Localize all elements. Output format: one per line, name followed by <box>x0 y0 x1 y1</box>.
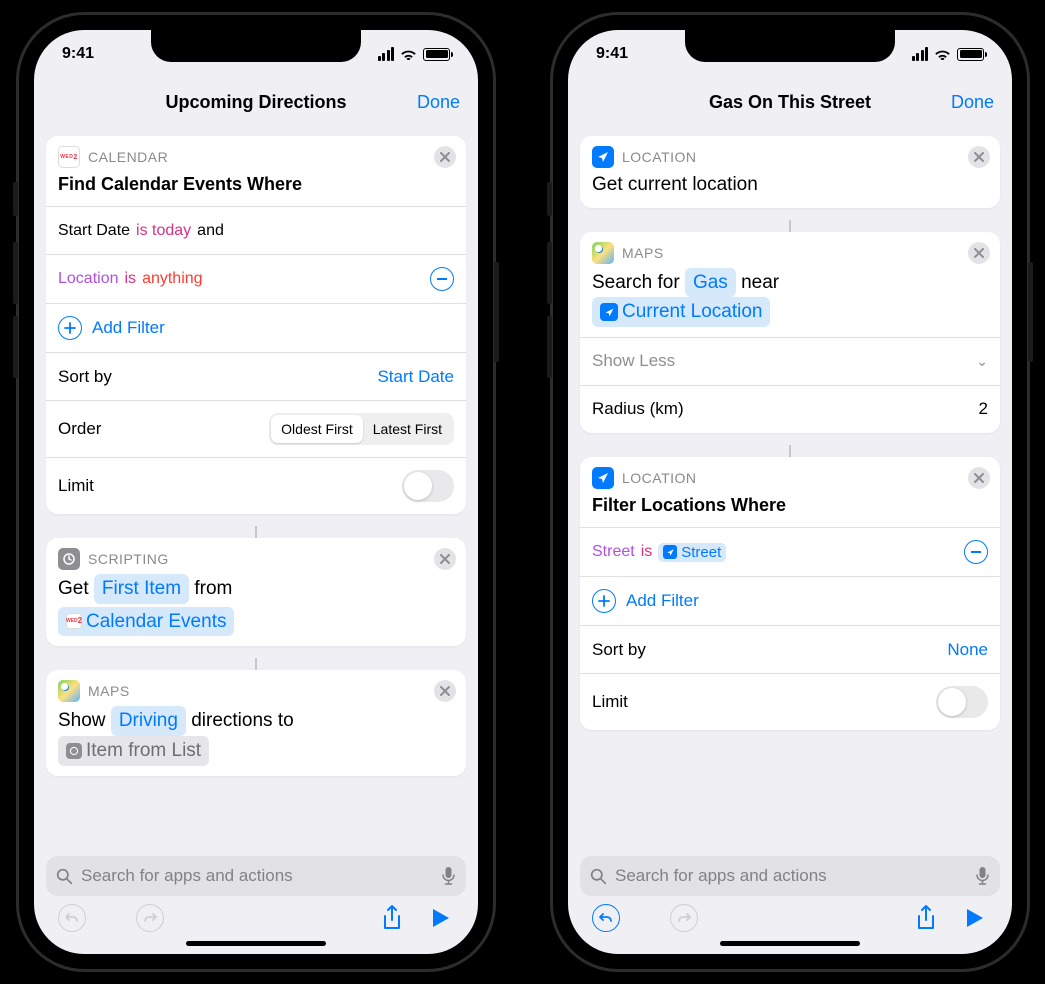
search-icon <box>56 868 73 885</box>
plus-icon <box>58 316 82 340</box>
action-title: Find Calendar Events Where <box>46 170 466 206</box>
scripting-icon <box>58 548 80 570</box>
radius-row[interactable]: Radius (km) 2 <box>580 385 1000 433</box>
nav-bar: Gas On This Street Done <box>568 78 1012 126</box>
maps-icon <box>592 242 614 264</box>
action-filter-locations[interactable]: LOCATION Filter Locations Where Street i… <box>580 457 1000 730</box>
action-get-item[interactable]: SCRIPTING Get First Item from 2 Calendar… <box>46 538 466 646</box>
battery-icon <box>957 48 984 61</box>
share-button[interactable] <box>368 900 416 936</box>
search-input[interactable]: Search for apps and actions <box>580 856 1000 896</box>
show-less-row[interactable]: Show Less ⌄ <box>580 337 1000 385</box>
undo-button[interactable] <box>582 900 630 936</box>
phone-left: 9:41 Upcoming Directions Done 2 CALENDAR <box>16 12 496 972</box>
connector <box>255 526 257 538</box>
plus-icon <box>592 589 616 613</box>
remove-filter-button[interactable] <box>430 267 454 291</box>
app-label: MAPS <box>88 683 130 699</box>
maps-icon <box>58 680 80 702</box>
notch <box>685 30 895 62</box>
app-label: CALENDAR <box>88 149 168 165</box>
order-segmented[interactable]: Oldest First Latest First <box>269 413 454 445</box>
location-icon <box>592 146 614 168</box>
home-indicator[interactable] <box>186 941 326 946</box>
remove-filter-button[interactable] <box>964 540 988 564</box>
add-filter-button[interactable]: Add Filter <box>580 576 1000 625</box>
token-driving[interactable]: Driving <box>111 706 186 736</box>
notch <box>151 30 361 62</box>
battery-icon <box>423 48 450 61</box>
undo-button[interactable] <box>48 900 96 936</box>
mic-icon[interactable] <box>975 866 990 886</box>
limit-switch[interactable] <box>402 470 454 502</box>
share-button[interactable] <box>902 900 950 936</box>
chevron-down-icon: ⌄ <box>976 353 988 370</box>
redo-button[interactable] <box>126 900 174 936</box>
limit-row: Limit <box>580 673 1000 730</box>
search-icon <box>590 868 607 885</box>
add-filter-button[interactable]: Add Filter <box>46 303 466 352</box>
wifi-icon <box>934 48 951 61</box>
calendar-icon: 2 <box>58 146 80 168</box>
action-get-location[interactable]: LOCATION Get current location <box>580 136 1000 208</box>
filter-row[interactable]: Location is anything <box>46 254 466 303</box>
close-icon[interactable] <box>968 146 990 168</box>
token-calendar-events[interactable]: 2 Calendar Events <box>58 607 234 637</box>
token-gas[interactable]: Gas <box>685 268 736 298</box>
filter-row[interactable]: Start Date is today and <box>46 206 466 254</box>
app-label: LOCATION <box>622 149 697 165</box>
token-street[interactable]: Street <box>658 543 726 562</box>
location-icon <box>592 467 614 489</box>
connector <box>789 445 791 457</box>
sort-by-row[interactable]: Sort by None <box>580 625 1000 673</box>
app-label: MAPS <box>622 245 664 261</box>
signal-icon <box>912 47 929 61</box>
action-search-maps[interactable]: MAPS Search for Gas near Current Locatio… <box>580 232 1000 433</box>
action-find-calendar-events[interactable]: 2 CALENDAR Find Calendar Events Where St… <box>46 136 466 514</box>
close-icon[interactable] <box>968 242 990 264</box>
status-time: 9:41 <box>62 45 94 63</box>
order-row: Order Oldest First Latest First <box>46 400 466 457</box>
close-icon[interactable] <box>434 146 456 168</box>
connector <box>255 658 257 670</box>
redo-button[interactable] <box>660 900 708 936</box>
token-first-item[interactable]: First Item <box>94 574 189 604</box>
app-label: SCRIPTING <box>88 551 169 567</box>
sort-by-row[interactable]: Sort by Start Date <box>46 352 466 400</box>
app-label: LOCATION <box>622 470 697 486</box>
filter-row[interactable]: Street is Street <box>580 527 1000 576</box>
action-title: Get current location <box>580 170 1000 208</box>
run-button[interactable] <box>950 900 998 936</box>
close-icon[interactable] <box>968 467 990 489</box>
action-show-directions[interactable]: MAPS Show Driving directions to Item fro… <box>46 670 466 775</box>
page-title: Upcoming Directions <box>165 92 346 113</box>
wifi-icon <box>400 48 417 61</box>
run-button[interactable] <box>416 900 464 936</box>
done-button[interactable]: Done <box>417 92 460 113</box>
mic-icon[interactable] <box>441 866 456 886</box>
phone-right: 9:41 Gas On This Street Done <box>550 12 1030 972</box>
connector <box>789 220 791 232</box>
search-input[interactable]: Search for apps and actions <box>46 856 466 896</box>
signal-icon <box>378 47 395 61</box>
done-button[interactable]: Done <box>951 92 994 113</box>
page-title: Gas On This Street <box>709 92 871 113</box>
token-item-from-list[interactable]: Item from List <box>58 736 209 766</box>
token-current-location[interactable]: Current Location <box>592 297 770 327</box>
action-title: Filter Locations Where <box>580 491 1000 527</box>
limit-row: Limit <box>46 457 466 514</box>
limit-switch[interactable] <box>936 686 988 718</box>
home-indicator[interactable] <box>720 941 860 946</box>
nav-bar: Upcoming Directions Done <box>34 78 478 126</box>
status-time: 9:41 <box>596 45 628 63</box>
